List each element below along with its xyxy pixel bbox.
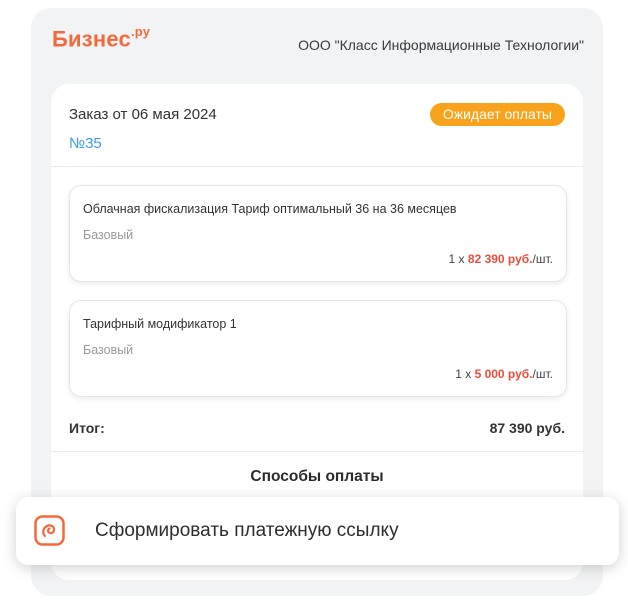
item-qty: 1 x	[448, 252, 468, 266]
item-price-value: 5 000 руб.	[474, 367, 533, 381]
divider	[51, 166, 583, 167]
create-payment-link-label: Сформировать платежную ссылку	[95, 520, 399, 541]
item-qty: 1 x	[455, 367, 475, 381]
order-item-1: Облачная фискализация Тариф оптимальный …	[69, 185, 567, 282]
payment-methods-title: Способы оплаты	[250, 468, 384, 485]
company-name: ООО "Класс Информационные Технологии"	[298, 37, 584, 53]
total-value: 87 390 руб.	[489, 420, 565, 436]
item-name: Тарифный модификатор 1	[83, 317, 237, 331]
order-title: Заказ от 06 мая 2024	[69, 106, 217, 123]
divider	[51, 451, 583, 452]
logo-text: Бизнес	[52, 26, 131, 52]
bizness-logo[interactable]: Бизнес.ру	[52, 24, 151, 52]
order-number-link[interactable]: №35	[69, 135, 102, 152]
item-tariff: Базовый	[83, 343, 134, 357]
item-unit: /шт.	[532, 367, 553, 381]
item-price: 1 x 82 390 руб./шт.	[449, 252, 553, 266]
item-price-value: 82 390 руб.	[467, 252, 533, 266]
logo-suffix: .ру	[130, 24, 151, 39]
create-payment-link-button[interactable]: Сформировать платежную ссылку	[16, 497, 619, 565]
total-label: Итог:	[69, 420, 105, 436]
payment-link-icon	[34, 515, 65, 546]
status-badge: Ожидает оплаты	[429, 103, 565, 126]
item-price: 1 x 5 000 руб./шт.	[455, 367, 553, 381]
item-unit: /шт.	[532, 252, 553, 266]
item-tariff: Базовый	[83, 228, 134, 242]
order-item-2: Тарифный модификатор 1 Базовый 1 x 5 000…	[69, 300, 567, 397]
item-name: Облачная фискализация Тариф оптимальный …	[83, 202, 457, 216]
